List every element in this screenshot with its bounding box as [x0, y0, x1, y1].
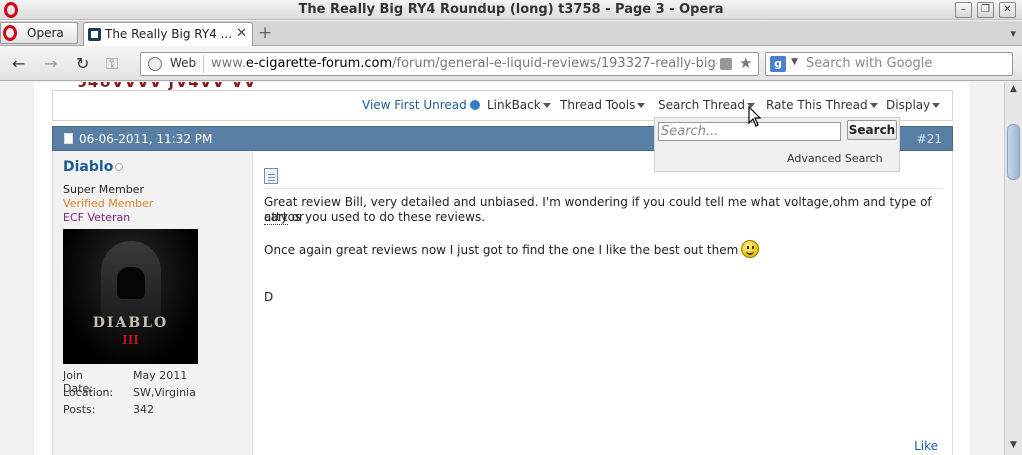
search-engine-dropdown-icon[interactable]: ▼ — [791, 57, 798, 67]
display-label: Display — [886, 98, 931, 112]
username-link[interactable]: Diablo — [63, 159, 113, 175]
info-value: 342 — [133, 403, 154, 416]
url-prefix: www. — [211, 56, 246, 71]
first-unread-icon — [469, 100, 480, 110]
reload-button[interactable]: ↻ — [76, 54, 89, 73]
thread-tools-label: Thread Tools — [560, 98, 636, 112]
view-first-unread-link[interactable]: View First Unread — [362, 98, 480, 112]
bookmark-star-icon[interactable]: ★ — [739, 54, 752, 72]
tab-menu-chevron-icon[interactable]: ▾ — [1010, 27, 1016, 40]
advanced-search-link[interactable]: Advanced Search — [787, 152, 883, 165]
search-field[interactable]: g ▼ Search with Google — [765, 52, 1013, 76]
window-title: The Really Big RY4 Roundup (long) t3758 … — [298, 2, 724, 17]
opera-menu-label: Opera — [27, 26, 64, 40]
display-chevron-icon — [932, 103, 941, 108]
key-icon[interactable]: ⚿ — [106, 54, 118, 74]
linkback-chevron-icon — [542, 103, 551, 108]
post-signature: D — [264, 290, 274, 304]
post-status-icon — [64, 133, 73, 144]
vertical-scrollbar[interactable]: ▲ ▼ — [1004, 82, 1022, 455]
site-info-label: Web — [170, 56, 197, 70]
minimize-button[interactable]: – — [955, 2, 972, 18]
scroll-down-arrow-icon[interactable]: ▼ — [1007, 440, 1020, 453]
user-title-verified: Verified Member — [63, 197, 154, 210]
back-button[interactable]: ← — [12, 54, 25, 73]
offline-status-icon — [115, 163, 123, 171]
post-document-icon — [264, 168, 278, 184]
search-thread-popup: Search... Search Advanced Search — [654, 117, 900, 172]
linkback-menu[interactable]: LinkBack — [487, 98, 551, 112]
address-toolbar: ← → ↻ ⚿ Web www.e-cigarette-forum.com/fo… — [0, 47, 1022, 81]
view-first-unread-label: View First Unread — [362, 98, 467, 112]
avatar[interactable]: DIABLO III — [63, 229, 198, 364]
forward-button[interactable]: → — [44, 54, 57, 73]
search-thread-menu[interactable]: Search Thread — [658, 98, 755, 112]
avatar-face-shape — [117, 267, 145, 299]
post-body: Great review Bill, very detailed and unb… — [253, 151, 953, 455]
info-key: Location: — [63, 386, 114, 399]
display-menu[interactable]: Display — [886, 98, 941, 112]
new-tab-button[interactable]: + — [258, 24, 272, 42]
post-date: 06-06-2011, 11:32 PM — [79, 132, 213, 146]
tab-close-icon[interactable]: ✕ — [236, 26, 247, 41]
thread-tools-chevron-icon — [637, 103, 646, 108]
rate-thread-label: Rate This Thread — [766, 98, 868, 112]
rate-thread-chevron-icon — [869, 103, 878, 108]
browser-tab-active[interactable]: The Really Big RY4 ... ✕ — [83, 22, 253, 46]
site-info-badge[interactable]: Web — [144, 55, 204, 73]
avatar-logo-text: DIABLO — [92, 315, 169, 331]
mouse-pointer-icon — [748, 106, 762, 127]
post-text-line-3: Once again great reviews now I just got … — [264, 240, 760, 258]
like-button[interactable]: Like — [914, 439, 938, 453]
window-title-bar: The Really Big RY4 Roundup (long) t3758 … — [0, 0, 1022, 20]
info-value: SW,Virginia — [133, 386, 196, 399]
avatar-logo-numeral: III — [122, 333, 139, 347]
rate-thread-menu[interactable]: Rate This Thread — [766, 98, 878, 112]
info-key: Posts: — [63, 403, 96, 416]
thread-tools-menu[interactable]: Thread Tools — [560, 98, 646, 112]
post-divider — [264, 188, 942, 189]
rss-icon[interactable] — [720, 58, 732, 70]
search-thread-label: Search Thread — [658, 98, 745, 112]
globe-icon — [148, 57, 162, 71]
post-number-link[interactable]: #21 — [917, 132, 942, 146]
user-title-rank: Super Member — [63, 183, 144, 196]
opera-menu-icon — [3, 25, 17, 41]
info-value: May 2011 — [133, 369, 188, 382]
url-text: www.e-cigarette-forum.com/forum/general-… — [211, 56, 717, 71]
search-placeholder: Search with Google — [806, 56, 933, 71]
address-field[interactable]: Web www.e-cigarette-forum.com/forum/gene… — [140, 52, 759, 76]
search-thread-button[interactable]: Search — [847, 120, 897, 140]
site-favicon-icon — [88, 28, 101, 41]
tab-bar: Opera The Really Big RY4 ... ✕ + ▾ — [0, 21, 1022, 46]
url-path: /forum/general-e-liquid-reviews/193327-r… — [392, 56, 717, 71]
post-text-segment: Once again great reviews now I just got … — [264, 243, 739, 257]
scrollbar-thumb[interactable] — [1007, 124, 1020, 180]
smiley-icon — [741, 240, 760, 258]
post-text-segment: Great review Bill, very detailed and unb… — [264, 195, 932, 209]
scroll-up-arrow-icon[interactable]: ▲ — [1007, 84, 1020, 97]
google-search-engine-icon[interactable]: g — [770, 56, 786, 72]
user-info-panel: Diablo Super Member Verified Member ECF … — [52, 151, 253, 455]
user-title-veteran: ECF Veteran — [63, 211, 131, 224]
close-window-button[interactable]: ✕ — [999, 2, 1016, 18]
maximize-button[interactable]: ❐ — [977, 2, 994, 18]
tab-title: The Really Big RY4 ... — [105, 27, 233, 41]
linkback-label: LinkBack — [487, 98, 541, 112]
post-text-line-2: cartos you used to do these reviews. — [264, 210, 486, 224]
opera-menu-button[interactable]: Opera — [0, 22, 78, 44]
url-host: e-cigarette-forum.com — [245, 56, 393, 71]
